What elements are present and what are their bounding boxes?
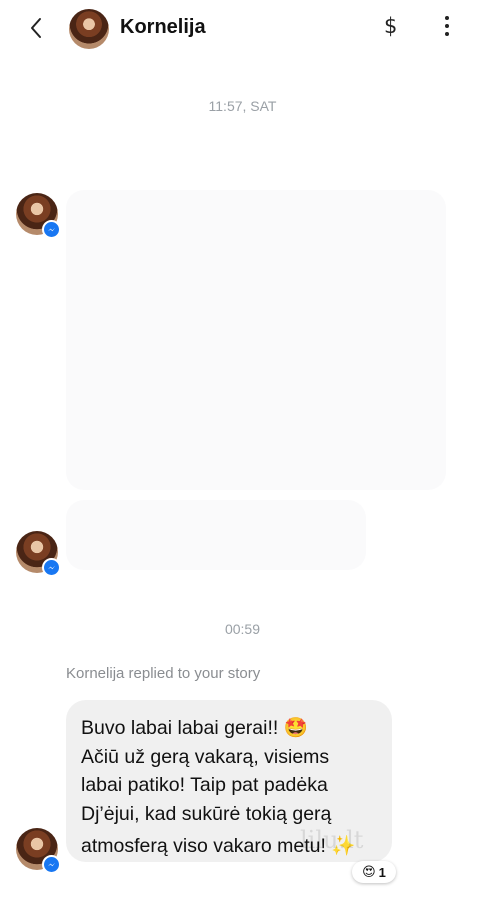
heart-eyes-emoji-icon: 😍 xyxy=(362,864,376,879)
reaction-count: 1 xyxy=(378,864,386,880)
timestamp: 11:57, SAT xyxy=(208,98,277,114)
message-line: labai patiko! Taip pat padėka xyxy=(81,774,328,796)
message-line: Dj’ėjui, kad sukūrė tokią gerą xyxy=(81,803,332,825)
watermark: lilu.lt xyxy=(300,826,364,854)
messenger-badge-icon xyxy=(42,855,61,874)
dollar-icon[interactable]: $ xyxy=(384,14,397,38)
message-line: Ačiū už gerą vakarą, visiems xyxy=(81,746,330,768)
reaction-pill[interactable]: 😍 1 xyxy=(352,861,396,883)
back-button[interactable] xyxy=(22,14,50,42)
contact-avatar[interactable] xyxy=(69,9,109,49)
message-line: Buvo labai labai gerai!! 🤩 xyxy=(81,717,308,739)
messenger-badge-icon xyxy=(42,220,61,239)
chevron-left-icon xyxy=(31,18,41,38)
blurred-content xyxy=(66,190,446,490)
blurred-content xyxy=(66,500,366,570)
timestamp: 00:59 xyxy=(224,621,261,637)
chat-header: Kornelija $ xyxy=(0,0,485,56)
more-vertical-icon[interactable] xyxy=(437,16,457,40)
messenger-badge-icon xyxy=(42,558,61,577)
contact-name[interactable]: Kornelija xyxy=(120,16,206,39)
story-reply-label: Kornelija replied to your story xyxy=(66,665,261,682)
